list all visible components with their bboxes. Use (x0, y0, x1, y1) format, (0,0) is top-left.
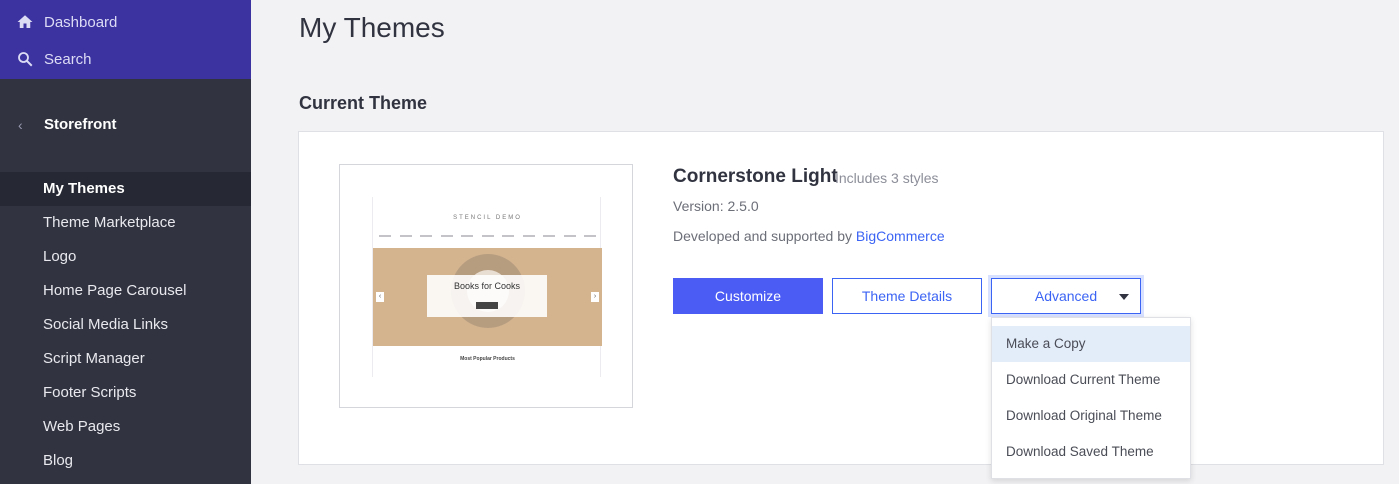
preview-hero-box: Books for Cooks (427, 275, 547, 317)
preview-hero-text: Books for Cooks (453, 281, 521, 291)
preview-popular: Most Popular Products (460, 356, 515, 362)
advanced-button-label: Advanced (1034, 288, 1098, 304)
sidebar-item-home-page-carousel[interactable]: Home Page Carousel (0, 274, 251, 308)
sidebar-item-logo[interactable]: Logo (0, 240, 251, 274)
menu-item-make-copy[interactable]: Make a Copy (992, 326, 1190, 362)
sidebar-item-theme-marketplace[interactable]: Theme Marketplace (0, 206, 251, 240)
preview-hero: Books for Cooks ‹ › (373, 248, 602, 346)
current-theme-card: STENCIL DEMO Books for Cooks ‹ › Most Po… (298, 131, 1384, 465)
caret-down-icon (1119, 294, 1129, 300)
theme-styles: Includes 3 styles (835, 170, 939, 186)
theme-version: Version: 2.5.0 (673, 198, 759, 214)
home-icon (17, 15, 33, 28)
sidebar-item-script-manager[interactable]: Script Manager (0, 342, 251, 376)
customize-button[interactable]: Customize (673, 278, 823, 314)
storefront-menu: My Themes Theme Marketplace Logo Home Pa… (0, 172, 251, 478)
theme-preview: STENCIL DEMO Books for Cooks ‹ › Most Po… (372, 197, 602, 377)
page-title: My Themes (299, 12, 445, 43)
nav-search[interactable]: Search (16, 50, 92, 68)
chevron-left-icon: ‹ (18, 116, 23, 133)
menu-item-download-original[interactable]: Download Original Theme (992, 398, 1190, 434)
preview-nav (379, 235, 596, 238)
sidebar-item-blog[interactable]: Blog (0, 444, 251, 478)
nav-dashboard-label: Dashboard (44, 13, 118, 31)
theme-details-button[interactable]: Theme Details (832, 278, 982, 314)
preview-hero-button (476, 302, 498, 309)
sidebar: Dashboard Search ‹ Storefront My Themes … (0, 0, 251, 484)
sidebar-item-web-pages[interactable]: Web Pages (0, 410, 251, 444)
developer-link[interactable]: BigCommerce (856, 228, 945, 244)
storefront-label: Storefront (44, 116, 117, 133)
theme-preview-thumbnail[interactable]: STENCIL DEMO Books for Cooks ‹ › Most Po… (339, 164, 633, 408)
developer-prefix: Developed and supported by (673, 228, 853, 244)
sidebar-item-footer-scripts[interactable]: Footer Scripts (0, 376, 251, 410)
preview-arrow-right-icon: › (591, 292, 599, 302)
preview-top-bar (373, 199, 602, 205)
theme-name: Cornerstone Light (673, 166, 838, 187)
menu-item-download-saved[interactable]: Download Saved Theme (992, 434, 1190, 470)
preview-arrow-left-icon: ‹ (376, 292, 384, 302)
nav-dashboard[interactable]: Dashboard (16, 13, 117, 31)
advanced-button[interactable]: Advanced (991, 278, 1141, 314)
theme-developer: Developed and supported by BigCommerce (673, 228, 945, 244)
section-title: Current Theme (299, 93, 428, 113)
back-to-storefront[interactable]: ‹ Storefront (18, 116, 117, 133)
sidebar-item-my-themes[interactable]: My Themes (0, 172, 251, 206)
menu-item-download-current[interactable]: Download Current Theme (992, 362, 1190, 398)
preview-brand: STENCIL DEMO (453, 215, 522, 221)
search-icon (18, 52, 33, 67)
sidebar-item-social-media-links[interactable]: Social Media Links (0, 308, 251, 342)
nav-search-label: Search (44, 50, 92, 68)
advanced-dropdown-menu: Make a Copy Download Current Theme Downl… (991, 317, 1191, 479)
